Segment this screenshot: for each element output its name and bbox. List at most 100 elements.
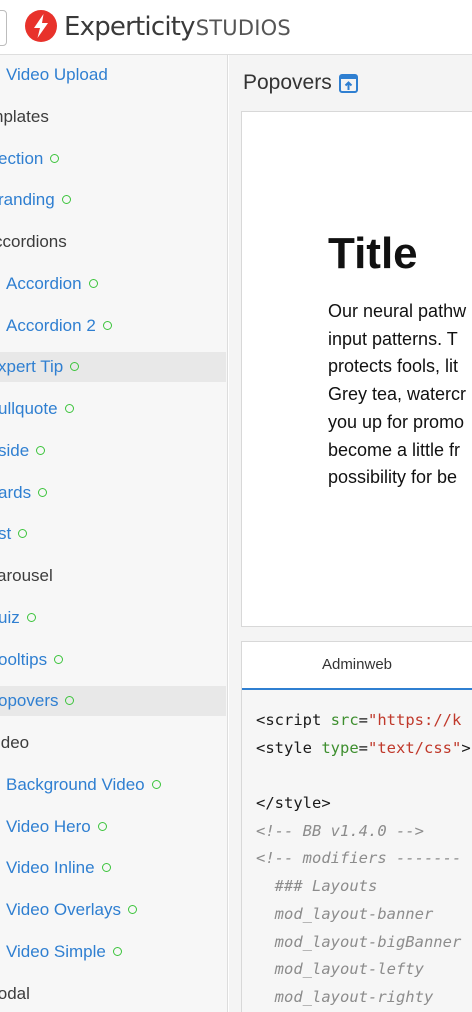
sidebar-item-label: ideo [0, 733, 30, 752]
sidebar-item-text: side [0, 440, 30, 460]
code-line: <style type="text/css"> [256, 735, 471, 763]
status-dot-icon [70, 362, 80, 372]
status-dot-icon [101, 863, 111, 873]
sidebar-item-label: Accordion [6, 269, 98, 299]
sidebar-item-text: xpert Tip [0, 357, 64, 377]
preview-title: Title [328, 229, 418, 278]
preview-body-line: Our neural pathw [328, 301, 467, 321]
tab-adminweb[interactable]: Adminweb [242, 642, 472, 688]
sidebar-item-label: Video Upload [6, 65, 108, 84]
sidebar-item-22[interactable]: lodal [0, 979, 226, 1009]
code-line: <script src="https://k [256, 707, 471, 735]
code-token: mod_layout-bigBanner [256, 932, 462, 951]
sidebar-item-text: ullquote [0, 399, 58, 418]
code-token: <script [256, 711, 331, 729]
code-line: <!-- BB v1.4.0 --> [256, 818, 471, 846]
lightning-logo-icon [25, 10, 57, 42]
status-dot-icon [64, 404, 74, 413]
code-token: ### Layouts [256, 877, 378, 896]
sidebar-item-label: lodal [0, 983, 30, 1003]
sidebar-item-label: xpert Tip [0, 352, 80, 382]
status-dot-icon [36, 445, 46, 455]
sidebar-item-1[interactable]: nplates [0, 102, 226, 132]
sidebar-item-0[interactable]: Video Upload [0, 60, 226, 90]
sidebar-nav: Video Upload nplates ection randing ccordion… [0, 55, 228, 1012]
code-token: type [321, 738, 359, 757]
status-dot-icon [38, 487, 48, 497]
preview-body-line: Grey tea, watercr [328, 384, 467, 405]
sidebar-item-21[interactable]: Video Simple [0, 937, 226, 967]
sidebar-item-9[interactable]: side [0, 436, 226, 466]
status-dot-icon [151, 779, 161, 789]
sidebar-item-14[interactable]: ooltips [0, 645, 226, 675]
sidebar-item-10[interactable]: ards [0, 478, 226, 508]
sidebar-item-12[interactable]: arousel [0, 561, 226, 591]
preview-body-line: become a little fr [328, 439, 461, 460]
sidebar-item-13[interactable]: uiz [0, 603, 226, 633]
sidebar-item-label: arousel [0, 566, 53, 585]
sidebar-item-label: st [0, 519, 28, 549]
sidebar-item-label: opovers [0, 686, 75, 716]
component-preview: Title Our neural pathw input patterns. T p… [241, 111, 472, 627]
sidebar-item-15[interactable]: opovers [0, 686, 226, 717]
sidebar-item-18[interactable]: Video Hero [0, 812, 226, 842]
status-dot-icon [26, 612, 36, 622]
code-token: </style> [256, 794, 331, 813]
open-in-new-icon[interactable] [339, 74, 358, 93]
sidebar-item-4[interactable]: ccordions [0, 227, 226, 257]
code-line: mod_layout-banner [256, 901, 471, 929]
sidebar-item-text: Video Hero [6, 816, 91, 836]
preview-body-line: you up for promo [328, 411, 465, 432]
status-dot-icon [61, 195, 71, 205]
status-dot-icon [50, 153, 60, 163]
sidebar-item-text: opovers [0, 691, 59, 711]
code-line: </style> [256, 790, 471, 818]
code-token: mod_layout-lefty [256, 960, 424, 979]
sidebar-item-text: uiz [0, 607, 20, 627]
sidebar-item-label: Background Video [6, 770, 161, 800]
brand-name: Experticity [64, 12, 196, 42]
sidebar-item-text: Video Inline [6, 858, 95, 878]
sidebar-item-label: Video Overlays [6, 895, 137, 925]
sidebar-item-text: Background Video [6, 774, 145, 794]
code-token: > [461, 738, 471, 757]
sidebar-item-label: nplates [0, 106, 49, 126]
code-line: mod_layout-lefty [256, 956, 471, 984]
sidebar-item-2[interactable]: ection [0, 144, 226, 174]
sidebar-item-text: Video Overlays [6, 900, 121, 919]
preview-body-line: possibility for be [328, 467, 458, 488]
sidebar-item-text: ards [0, 482, 32, 502]
sidebar-item-11[interactable]: st [0, 519, 226, 549]
code-line: mod_layout-righty [256, 984, 471, 1012]
brand-logo[interactable]: ExperticitySTUDIOS [64, 10, 291, 45]
sidebar-item-label: ccordions [0, 232, 67, 251]
code-token: <!-- modifiers ------- [256, 849, 462, 868]
sidebar-item-6[interactable]: Accordion 2 [0, 311, 226, 341]
sidebar-item-3[interactable]: randing [0, 185, 226, 215]
code-panel: Adminweb <script src="https://k <style ty… [241, 641, 472, 1012]
sidebar-item-16[interactable]: ideo [0, 728, 226, 758]
sidebar-item-20[interactable]: Video Overlays [0, 895, 226, 925]
sidebar-item-text: Video Simple [6, 941, 106, 961]
sidebar-item-label: Video Inline [6, 853, 111, 883]
sidebar-item-7[interactable]: xpert Tip [0, 352, 226, 383]
code-token: mod_layout-banner [256, 904, 434, 923]
sidebar-item-label: ards [0, 478, 48, 508]
page-title: Popovers [243, 71, 332, 94]
sidebar-item-5[interactable]: Accordion [0, 269, 226, 299]
status-dot-icon [65, 696, 75, 706]
sidebar-item-text: st [0, 524, 12, 544]
code-line: ### Layouts [256, 873, 471, 901]
sidebar-item-17[interactable]: Background Video [0, 770, 226, 800]
sidebar-item-label: Accordion 2 [6, 311, 112, 341]
sidebar-item-19[interactable]: Video Inline [0, 853, 226, 883]
sidebar-item-text: ooltips [0, 649, 48, 669]
code-block[interactable]: <script src="https://k <style type="text/… [256, 707, 471, 1012]
code-token: = [358, 738, 368, 757]
sidebar-toggle-button[interactable] [0, 10, 7, 46]
code-token: "https://k [368, 711, 462, 729]
status-dot-icon [54, 654, 64, 664]
sidebar-item-8[interactable]: ullquote [0, 394, 226, 424]
status-dot-icon [112, 946, 122, 956]
status-dot-icon [88, 278, 98, 288]
